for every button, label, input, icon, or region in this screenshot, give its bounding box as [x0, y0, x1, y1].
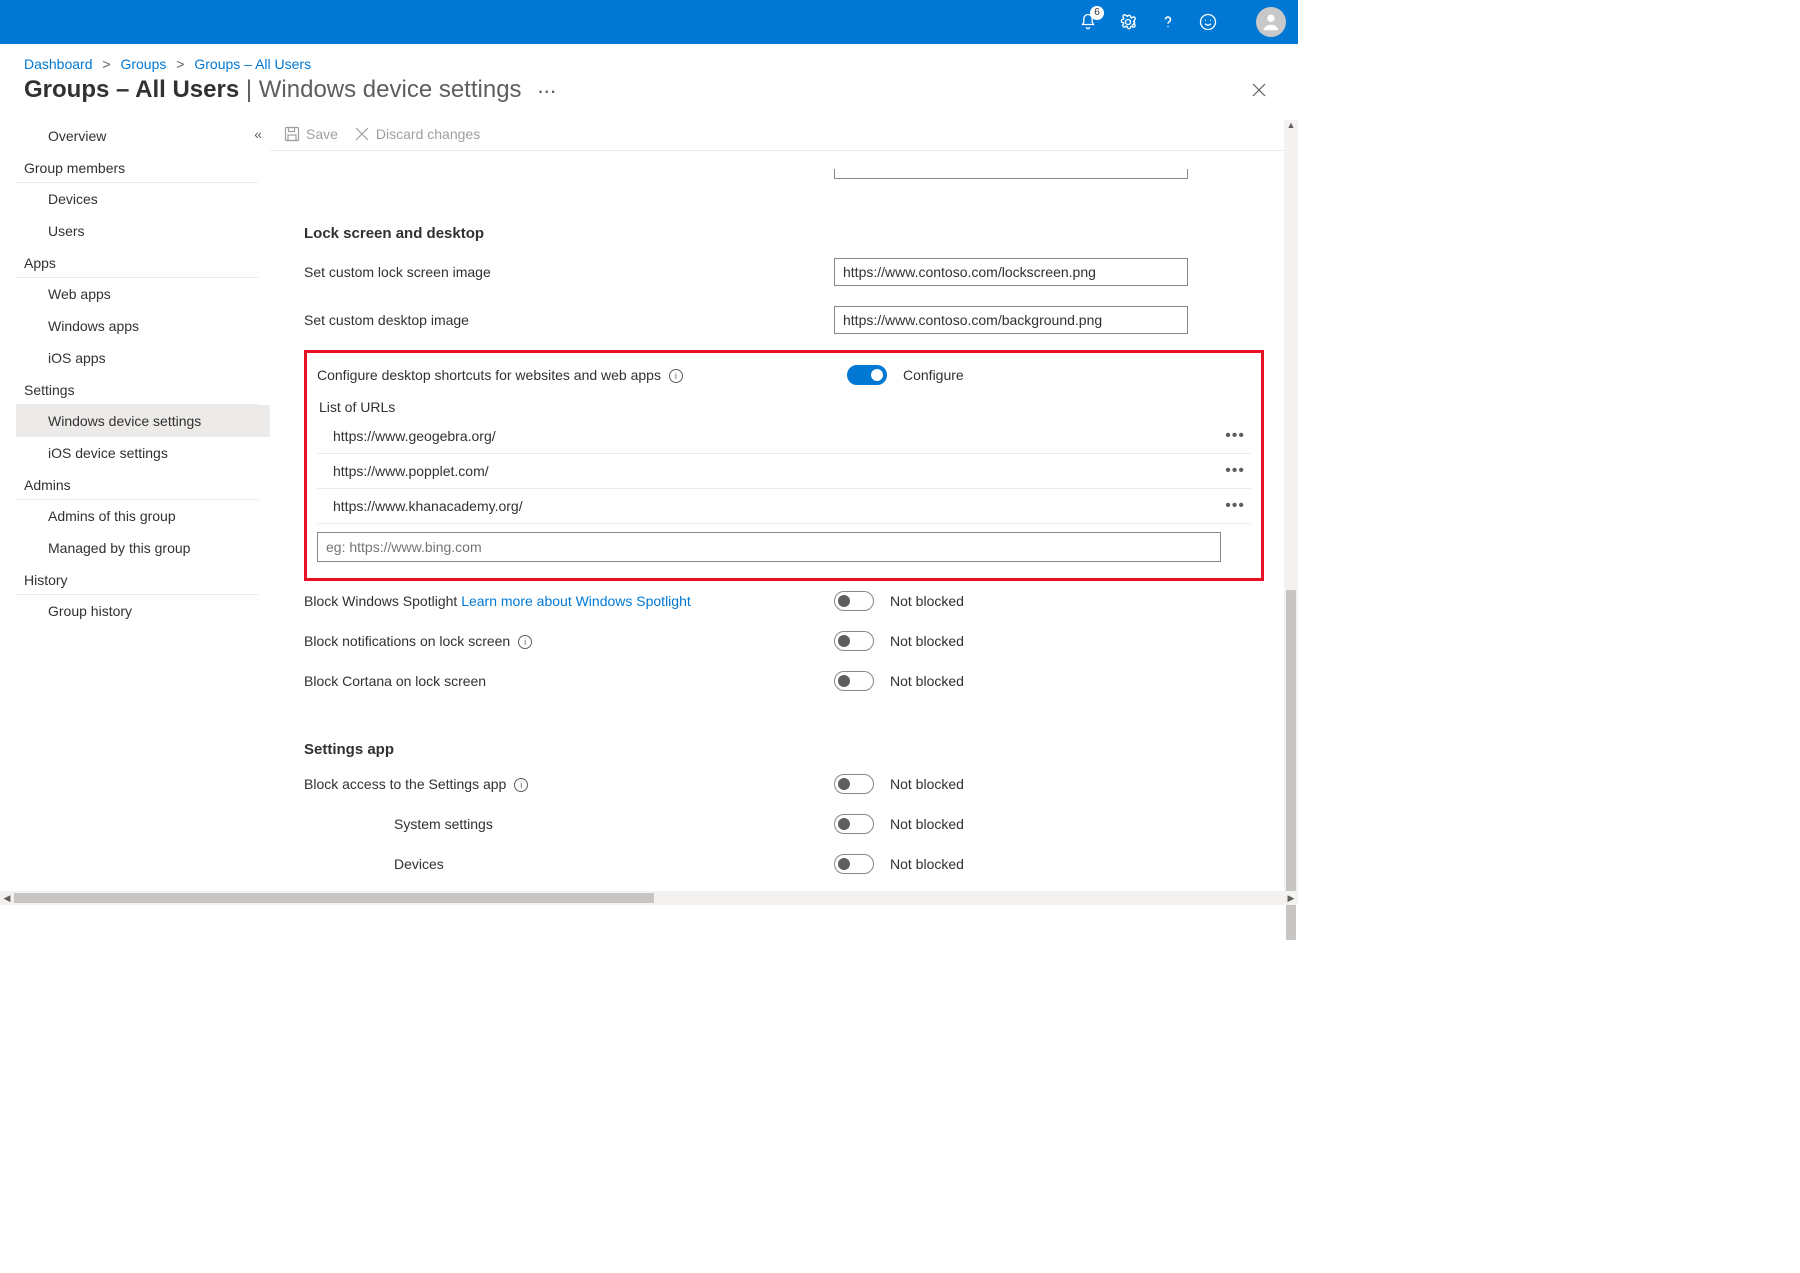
toggle-state-label: Configure: [903, 367, 964, 383]
lock-screen-image-input[interactable]: [834, 258, 1188, 286]
sidebar-group-apps: Apps: [16, 247, 258, 278]
spotlight-learn-more-link[interactable]: Learn more about Windows Spotlight: [461, 593, 691, 609]
more-icon[interactable]: •••: [1225, 427, 1245, 445]
url-list-item: https://www.geogebra.org/ •••: [317, 419, 1251, 454]
row-configure-shortcuts: Configure desktop shortcuts for websites…: [317, 359, 1251, 391]
breadcrumb-link[interactable]: Groups – All Users: [194, 56, 311, 72]
row-desktop-image: Set custom desktop image: [304, 296, 1264, 344]
sidebar-item-group-history[interactable]: Group history: [16, 595, 270, 627]
breadcrumb: Dashboard > Groups > Groups – All Users: [0, 44, 1298, 72]
sidebar-item-admins-of-group[interactable]: Admins of this group: [16, 500, 270, 532]
info-icon[interactable]: i: [514, 778, 528, 792]
sidebar-item-managed-by-group[interactable]: Managed by this group: [16, 532, 270, 564]
sidebar-group-settings: Settings: [16, 374, 258, 405]
sidebar-item-overview[interactable]: Overview: [16, 120, 270, 152]
body-split: « Overview Group members Devices Users A…: [0, 120, 1298, 905]
configure-shortcuts-toggle[interactable]: [847, 365, 887, 385]
breadcrumb-link[interactable]: Groups: [120, 56, 166, 72]
help-icon[interactable]: [1156, 10, 1180, 34]
page-title-row: Groups – All Users | Windows device sett…: [0, 72, 1298, 120]
avatar[interactable]: [1256, 7, 1286, 37]
vertical-scrollbar[interactable]: ▲ ▼: [1284, 120, 1298, 905]
close-icon[interactable]: [1244, 79, 1274, 106]
url-text: https://www.khanacademy.org/: [333, 498, 1225, 514]
page-title: Groups – All Users | Windows device sett…: [24, 76, 557, 104]
horizontal-scrollbar[interactable]: ◀ ▶: [0, 891, 1298, 905]
url-text: https://www.popplet.com/: [333, 463, 1225, 479]
toggle-state-label: Not blocked: [890, 856, 964, 872]
discard-button[interactable]: Discard changes: [354, 126, 480, 142]
sidebar-group-members: Group members: [16, 152, 258, 183]
devices-settings-toggle[interactable]: [834, 854, 874, 874]
add-url-input[interactable]: [317, 532, 1221, 562]
row-devices-settings: Devices Not blocked: [304, 844, 1264, 884]
save-button[interactable]: Save: [284, 126, 338, 142]
sidebar-group-history: History: [16, 564, 258, 595]
sidebar-item-ios-apps[interactable]: iOS apps: [16, 342, 270, 374]
toggle-state-label: Not blocked: [890, 633, 964, 649]
sidebar-group-admins: Admins: [16, 469, 258, 500]
toggle-state-label: Not blocked: [890, 593, 964, 609]
scroll-right-icon[interactable]: ▶: [1284, 891, 1298, 905]
desktop-image-input[interactable]: [834, 306, 1188, 334]
url-input-row: [317, 532, 1221, 562]
section-settings-app: Settings app: [304, 741, 1264, 758]
highlighted-region: Configure desktop shortcuts for websites…: [304, 350, 1264, 581]
list-of-urls-label: List of URLs: [317, 391, 1251, 419]
info-icon[interactable]: i: [518, 635, 532, 649]
block-settings-app-toggle[interactable]: [834, 774, 874, 794]
more-icon[interactable]: •••: [1225, 462, 1245, 480]
row-system-settings: System settings Not blocked: [304, 804, 1264, 844]
scrollbar-thumb[interactable]: [14, 893, 654, 903]
settings-content: Lock screen and desktop Set custom lock …: [270, 151, 1298, 905]
sidebar-item-windows-device-settings[interactable]: Windows device settings: [16, 405, 270, 437]
notifications-badge: 6: [1090, 6, 1104, 20]
sidebar-item-ios-device-settings[interactable]: iOS device settings: [16, 437, 270, 469]
partial-input-bottom-edge: [834, 169, 1188, 179]
spotlight-toggle[interactable]: [834, 591, 874, 611]
url-list-item: https://www.khanacademy.org/ •••: [317, 489, 1251, 524]
system-settings-toggle[interactable]: [834, 814, 874, 834]
more-icon[interactable]: ···: [538, 84, 557, 101]
main-panel: Save Discard changes Lock screen and des…: [270, 120, 1298, 905]
row-block-settings-app: Block access to the Settings app i Not b…: [304, 764, 1264, 804]
cortana-lock-toggle[interactable]: [834, 671, 874, 691]
row-lock-screen-image: Set custom lock screen image: [304, 248, 1264, 296]
url-text: https://www.geogebra.org/: [333, 428, 1225, 444]
scroll-up-icon[interactable]: ▲: [1284, 120, 1298, 130]
feedback-icon[interactable]: [1196, 10, 1220, 34]
collapse-sidebar-icon[interactable]: «: [254, 126, 262, 142]
notifications-icon[interactable]: 6: [1076, 10, 1100, 34]
app-frame: 6 Dashboard: [0, 0, 1298, 905]
scroll-left-icon[interactable]: ◀: [0, 891, 14, 905]
row-spotlight: Block Windows Spotlight Learn more about…: [304, 581, 1264, 621]
sidebar-item-windows-apps[interactable]: Windows apps: [16, 310, 270, 342]
sidebar: « Overview Group members Devices Users A…: [0, 120, 270, 905]
toolbar: Save Discard changes: [270, 120, 1298, 151]
info-icon[interactable]: i: [669, 369, 683, 383]
breadcrumb-link[interactable]: Dashboard: [24, 56, 93, 72]
page-body: Dashboard > Groups > Groups – All Users …: [0, 44, 1298, 905]
sidebar-item-devices[interactable]: Devices: [16, 183, 270, 215]
section-lock-screen: Lock screen and desktop: [304, 225, 1264, 242]
gear-icon[interactable]: [1116, 10, 1140, 34]
sidebar-item-users[interactable]: Users: [16, 215, 270, 247]
scrollbar-thumb[interactable]: [1286, 590, 1296, 940]
top-bar: 6: [0, 0, 1298, 44]
toggle-state-label: Not blocked: [890, 816, 964, 832]
toggle-state-label: Not blocked: [890, 776, 964, 792]
sidebar-item-web-apps[interactable]: Web apps: [16, 278, 270, 310]
notifications-lock-toggle[interactable]: [834, 631, 874, 651]
row-cortana-lock: Block Cortana on lock screen Not blocked: [304, 661, 1264, 701]
url-list-item: https://www.popplet.com/ •••: [317, 454, 1251, 489]
more-icon[interactable]: •••: [1225, 497, 1245, 515]
row-notifications-lock: Block notifications on lock screen i Not…: [304, 621, 1264, 661]
toggle-state-label: Not blocked: [890, 673, 964, 689]
